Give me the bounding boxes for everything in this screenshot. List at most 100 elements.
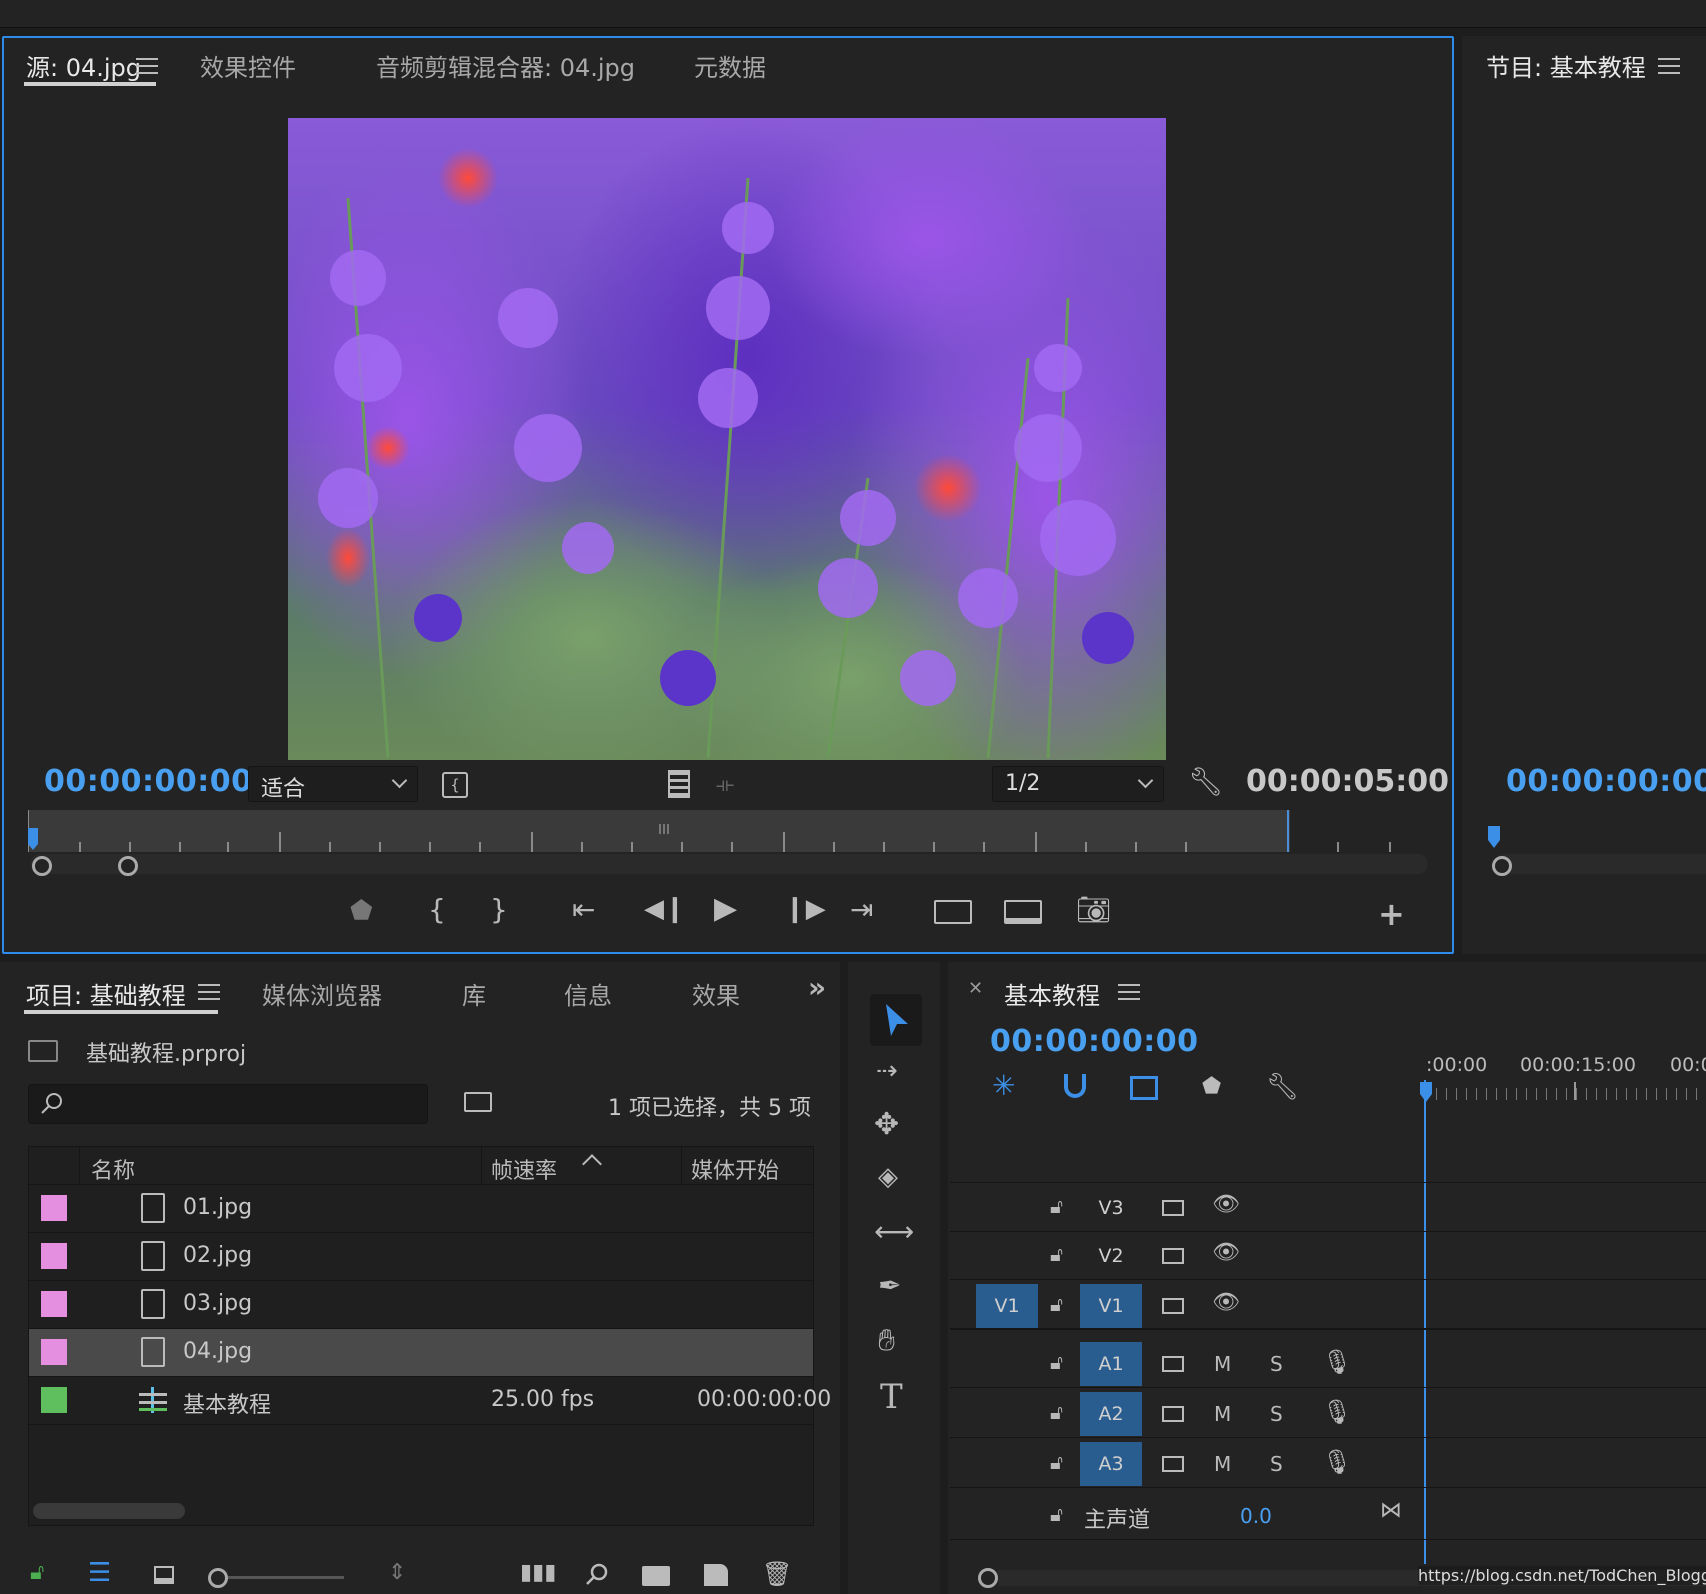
razor-tool-icon[interactable]: ◈ — [878, 1164, 898, 1190]
eye-icon[interactable]: 👁︎ — [1212, 1292, 1240, 1314]
list-item-selected[interactable]: 04.jpg — [29, 1329, 813, 1377]
resolution-dropdown[interactable]: 1/2 — [992, 766, 1164, 802]
track-lock-icon[interactable]: 🔓︎ — [1050, 1196, 1063, 1216]
label-color-swatch[interactable] — [41, 1387, 67, 1413]
solo-button[interactable]: S — [1270, 1402, 1283, 1426]
ripple-edit-tool-icon[interactable]: ✥ — [874, 1110, 899, 1140]
track-target-a1[interactable]: A1 — [1080, 1342, 1142, 1386]
column-media-start[interactable]: 媒体开始 — [691, 1153, 779, 1185]
track-target-a3[interactable]: A3 — [1080, 1442, 1142, 1486]
zoom-slider-handle[interactable] — [208, 1568, 228, 1588]
program-playhead-icon[interactable] — [1486, 824, 1506, 850]
track-v3[interactable]: 🔓︎ V3 👁︎ — [950, 1186, 1706, 1232]
timeline-sequence-tab[interactable]: 基本教程 — [1004, 976, 1100, 1011]
tab-audio-clip-mixer[interactable]: 音频剪辑混合器: 04.jpg — [376, 48, 635, 83]
snap-magnet-icon[interactable] — [1064, 1074, 1086, 1098]
list-item[interactable]: 01.jpg — [29, 1185, 813, 1233]
lock-icon[interactable]: 🔓︎ — [30, 1562, 44, 1584]
mute-button[interactable]: M — [1214, 1352, 1231, 1376]
type-tool-icon[interactable]: T — [880, 1380, 903, 1414]
track-target-v3[interactable]: V3 — [1080, 1186, 1142, 1230]
sync-lock-icon[interactable] — [1162, 1248, 1184, 1264]
go-to-out-icon[interactable]: ⇥ — [850, 896, 873, 924]
program-menu-icon[interactable] — [1658, 58, 1680, 74]
track-master[interactable]: 🔓︎ 主声道 0.0 ⋈ — [950, 1492, 1706, 1540]
automate-to-sequence-icon[interactable]: ▮▮▮ — [520, 1562, 556, 1584]
step-forward-icon[interactable]: ❙▶ — [784, 896, 826, 922]
label-color-swatch[interactable] — [41, 1195, 67, 1221]
program-current-timecode[interactable]: 00:00:00:00 — [1506, 764, 1706, 799]
track-lock-icon[interactable]: 🔓︎ — [1050, 1294, 1063, 1314]
zoom-handle-right[interactable] — [118, 856, 138, 876]
sort-icon[interactable]: ⇕ — [388, 1562, 406, 1584]
tab-project[interactable]: 项目: 基础教程 — [26, 976, 186, 1011]
timeline-current-timecode[interactable]: 00:00:00:00 — [990, 1024, 1198, 1059]
eye-icon[interactable]: 👁︎ — [1212, 1194, 1240, 1216]
step-back-icon[interactable]: ◀❙ — [644, 896, 686, 922]
play-icon[interactable]: ▶ — [714, 894, 737, 924]
slip-tool-icon[interactable]: ⟷ — [874, 1218, 914, 1246]
tab-source[interactable]: 源: 04.jpg — [26, 48, 141, 83]
zoom-slider-track[interactable] — [228, 1576, 344, 1579]
camera-export-frame-icon[interactable]: 📷︎ — [1076, 896, 1112, 924]
timeline-menu-icon[interactable] — [1118, 984, 1140, 1000]
add-marker-icon[interactable]: ⬟ — [1202, 1076, 1221, 1098]
list-item[interactable]: 03.jpg — [29, 1281, 813, 1329]
tab-libraries[interactable]: 库 — [462, 976, 486, 1011]
drag-audio-only-icon[interactable]: ⟛ — [716, 774, 734, 794]
sync-lock-icon[interactable] — [1162, 1406, 1184, 1422]
sync-lock-icon[interactable] — [1162, 1200, 1184, 1216]
hand-tool-icon[interactable]: ✋︎ — [878, 1326, 895, 1356]
mute-button[interactable]: M — [1214, 1452, 1231, 1476]
timeline-playhead-icon[interactable] — [1418, 1080, 1436, 1104]
timeline-zoom-handle[interactable] — [978, 1568, 998, 1588]
mark-in-icon[interactable]: { — [428, 896, 446, 924]
label-color-swatch[interactable] — [41, 1291, 67, 1317]
overwrite-icon[interactable] — [1004, 900, 1042, 924]
column-frame-rate[interactable]: 帧速率 — [491, 1153, 557, 1185]
label-color-swatch[interactable] — [41, 1243, 67, 1269]
microphone-icon[interactable]: 🎙︎ — [1322, 1350, 1352, 1374]
list-item[interactable]: 基本教程 25.00 fps 00:00:00:00 — [29, 1377, 831, 1425]
project-menu-icon[interactable] — [198, 984, 220, 1000]
program-zoom-handle[interactable] — [1492, 856, 1512, 876]
microphone-icon[interactable]: 🎙︎ — [1322, 1450, 1352, 1474]
tab-effect-controls[interactable]: 效果控件 — [200, 48, 296, 83]
track-v1[interactable]: V1 🔓︎ V1 👁︎ — [950, 1284, 1706, 1330]
eye-icon[interactable]: 👁︎ — [1212, 1242, 1240, 1264]
source-menu-icon[interactable] — [136, 58, 158, 74]
master-volume-value[interactable]: 0.0 — [1240, 1504, 1272, 1528]
label-color-swatch[interactable] — [41, 1339, 67, 1365]
track-select-tool-icon[interactable]: ⇢ — [876, 1058, 898, 1084]
track-lock-icon[interactable]: 🔓︎ — [1050, 1402, 1063, 1422]
track-a1[interactable]: 🔓︎ A1 M S 🎙︎ — [950, 1342, 1706, 1388]
track-target-a2[interactable]: A2 — [1080, 1392, 1142, 1436]
timeline-ruler-ticks[interactable] — [1426, 1088, 1706, 1100]
solo-button[interactable]: S — [1270, 1452, 1283, 1476]
sync-lock-icon[interactable] — [1162, 1456, 1184, 1472]
new-item-icon[interactable] — [704, 1564, 728, 1586]
track-target-v2[interactable]: V2 — [1080, 1234, 1142, 1278]
tab-info[interactable]: 信息 — [564, 976, 612, 1011]
track-a2[interactable]: 🔓︎ A2 M S 🎙︎ — [950, 1392, 1706, 1438]
source-zoom-scrollbar[interactable] — [30, 854, 1428, 874]
track-target-v1[interactable]: V1 — [1080, 1284, 1142, 1328]
linked-selection-icon[interactable] — [1130, 1076, 1158, 1100]
drag-video-only-icon[interactable] — [668, 770, 690, 798]
track-lock-icon[interactable]: 🔓︎ — [1050, 1452, 1063, 1472]
trash-icon[interactable]: 🗑︎ — [762, 1562, 792, 1586]
mark-out-icon[interactable]: } — [490, 896, 508, 924]
add-marker-icon[interactable]: ⬟ — [350, 898, 373, 924]
tab-media-browser[interactable]: 媒体浏览器 — [262, 976, 382, 1011]
list-view-icon[interactable]: ☰ — [88, 1560, 111, 1586]
sync-lock-icon[interactable] — [1162, 1356, 1184, 1372]
timeline-settings-icon[interactable]: 🔧︎ — [1266, 1074, 1299, 1100]
list-item[interactable]: 02.jpg — [29, 1233, 813, 1281]
close-icon[interactable]: ✕ — [968, 980, 983, 998]
program-zoom-scrollbar[interactable] — [1494, 854, 1706, 874]
icon-view-icon[interactable] — [154, 1566, 174, 1584]
track-lock-icon[interactable]: 🔓︎ — [1050, 1504, 1063, 1524]
fit-dropdown[interactable]: 适合 — [248, 766, 418, 802]
insert-icon[interactable] — [934, 900, 972, 924]
track-lock-icon[interactable]: 🔓︎ — [1050, 1244, 1063, 1264]
